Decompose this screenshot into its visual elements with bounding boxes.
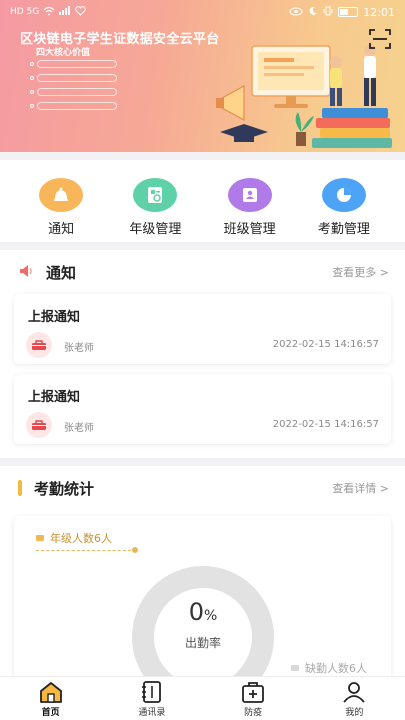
toolbox-icon xyxy=(26,332,52,358)
absent-count-label: 缺勤人数6人 xyxy=(305,662,367,675)
attendance-header: 考勤统计 查看详情 > xyxy=(0,466,405,510)
view-details-link[interactable]: 查看详情 > xyxy=(332,480,389,496)
heart-icon xyxy=(75,5,87,19)
medical-kit-icon xyxy=(242,681,265,703)
notice-item-title: 上报通知 xyxy=(28,390,81,405)
menu-item-grade-management[interactable]: 年级管理 xyxy=(115,160,195,242)
menu-label: 班级管理 xyxy=(223,222,276,237)
notice-item-time: 2022-02-15 14:16:57 xyxy=(272,339,379,350)
menu-label: 考勤管理 xyxy=(317,222,370,237)
megaphone-icon xyxy=(18,263,34,282)
section-marker xyxy=(18,480,22,496)
notice-section: 通知 查看更多 > 上报通知 张老师 2022-02-15 14:16:57 上… xyxy=(0,250,405,458)
notice-header: 通知 查看更多 > xyxy=(0,250,405,294)
user-icon xyxy=(343,681,366,703)
menu-item-class-management[interactable]: 班级管理 xyxy=(210,160,290,242)
banner-value-list xyxy=(30,60,117,110)
notice-item-title: 上报通知 xyxy=(28,310,81,325)
vibrate-icon xyxy=(323,6,333,19)
percent-unit: % xyxy=(203,608,218,624)
nav-label: 我的 xyxy=(345,707,364,718)
battery-icon xyxy=(338,7,359,17)
contacts-icon xyxy=(141,680,161,703)
percent-value: 0 xyxy=(188,598,204,626)
legend-swatch xyxy=(291,665,299,671)
menu-label: 通知 xyxy=(48,222,75,237)
clock-time: 12:01 xyxy=(363,5,395,19)
attendance-section: 考勤统计 查看详情 > 年级人数6人 0% 出勤率 缺勤人数6人 xyxy=(0,466,405,708)
signal-icon xyxy=(59,6,71,18)
top-banner[interactable]: HD 5G 12:01 区块链电子学生证数据安全云平台 四大核心价值 xyxy=(0,0,405,152)
nav-item-contacts[interactable]: 通讯录 xyxy=(101,677,202,720)
nav-label: 通讯录 xyxy=(138,707,166,718)
notice-item-time: 2022-02-15 14:16:57 xyxy=(272,419,379,430)
eye-icon xyxy=(289,6,303,19)
banner-value-item xyxy=(30,102,117,110)
toolbox-icon xyxy=(26,412,52,438)
leader-dot xyxy=(132,547,138,553)
nav-item-mine[interactable]: 我的 xyxy=(304,677,405,720)
nav-label: 首页 xyxy=(41,707,60,718)
class-icon xyxy=(227,178,272,212)
leader-line xyxy=(36,550,136,551)
grade-count-label: 年级人数6人 xyxy=(50,532,112,545)
nav-label: 防疫 xyxy=(244,707,263,718)
menu-label: 年级管理 xyxy=(129,222,182,237)
moon-icon xyxy=(308,6,318,19)
status-bar: HD 5G 12:01 xyxy=(0,0,405,24)
pie-chart-icon xyxy=(321,178,366,212)
banner-value-item xyxy=(30,88,117,96)
notice-item[interactable]: 上报通知 张老师 2022-02-15 14:16:57 xyxy=(14,294,391,364)
network-indicator: HD 5G xyxy=(10,7,40,17)
notice-item-author: 张老师 xyxy=(64,343,94,354)
banner-value-item xyxy=(30,74,117,82)
menu-item-notice[interactable]: 通知 xyxy=(21,160,101,242)
attendance-card: 年级人数6人 0% 出勤率 缺勤人数6人 xyxy=(14,516,391,708)
grade-count-legend: 年级人数6人 xyxy=(36,530,112,546)
attendance-title: 考勤统计 xyxy=(34,479,95,498)
menu-item-attendance-management[interactable]: 考勤管理 xyxy=(304,160,384,242)
legend-swatch xyxy=(36,535,44,541)
grade-icon xyxy=(133,178,178,212)
nav-item-home[interactable]: 首页 xyxy=(0,677,101,720)
attendance-rate-label: 出勤率 xyxy=(184,636,221,650)
banner-subtitle: 四大核心价值 xyxy=(36,48,91,58)
bell-icon xyxy=(39,178,84,212)
quick-menu: 通知 年级管理 班级管理 考勤管理 xyxy=(0,160,405,242)
bottom-nav: 首页 通讯录 防疫 我的 xyxy=(0,676,405,720)
home-icon xyxy=(39,681,62,703)
view-more-link[interactable]: 查看更多 > xyxy=(332,264,389,280)
banner-value-item xyxy=(30,60,117,68)
attendance-percent: 0% xyxy=(128,598,278,626)
nav-item-epidemic[interactable]: 防疫 xyxy=(203,677,304,720)
notice-item[interactable]: 上报通知 张老师 2022-02-15 14:16:57 xyxy=(14,374,391,444)
absent-count-legend: 缺勤人数6人 xyxy=(291,660,367,676)
wifi-icon xyxy=(43,6,55,19)
notice-item-author: 张老师 xyxy=(64,423,94,434)
notice-title: 通知 xyxy=(46,263,77,282)
scan-icon xyxy=(369,29,391,49)
scan-button[interactable] xyxy=(369,29,391,49)
